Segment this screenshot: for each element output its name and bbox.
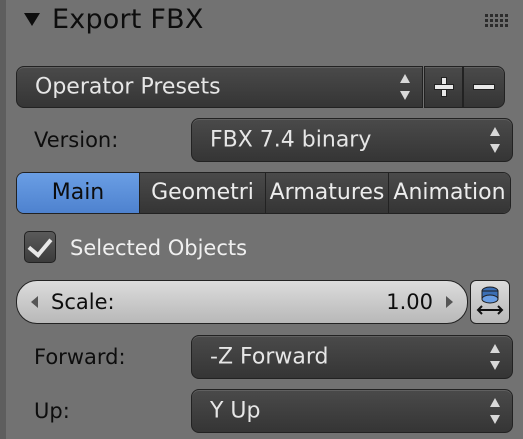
tab-main[interactable]: Main: [17, 173, 140, 213]
panel-header[interactable]: Export FBX: [0, 0, 523, 44]
panel-title: Export FBX: [52, 4, 204, 35]
forward-axis-dropdown[interactable]: -Z Forward: [191, 335, 513, 379]
minus-icon: [473, 84, 495, 90]
operator-presets-label: Operator Presets: [35, 74, 221, 100]
updown-arrows-icon: [490, 127, 500, 153]
export-fbx-panel: Export FBX Operator Presets Version: FBX…: [0, 0, 523, 439]
collapse-triangle-icon[interactable]: [24, 13, 40, 26]
operator-presets-dropdown[interactable]: Operator Presets: [16, 66, 423, 108]
tab-geometry[interactable]: Geometri: [140, 173, 266, 213]
arrow-right-icon[interactable]: [446, 296, 453, 308]
tab-bar: Main Geometri Armatures Animation: [16, 172, 511, 214]
forward-label: Forward:: [34, 345, 126, 369]
tab-armatures[interactable]: Armatures: [266, 173, 389, 213]
forward-value: -Z Forward: [210, 344, 329, 370]
grip-icon[interactable]: [485, 14, 509, 28]
scale-label: Scale:: [51, 290, 115, 314]
version-value: FBX 7.4 binary: [210, 127, 372, 153]
scale-value: 1.00: [386, 290, 433, 314]
selected-objects-checkbox[interactable]: [24, 231, 56, 263]
add-preset-button[interactable]: [424, 66, 463, 108]
up-axis-dropdown[interactable]: Y Up: [191, 389, 513, 433]
selected-objects-label[interactable]: Selected Objects: [70, 236, 247, 260]
scale-apply-icon: [476, 286, 504, 315]
tab-animation[interactable]: Animation: [389, 173, 510, 213]
updown-arrows-icon: [490, 398, 500, 424]
updown-arrows-icon: [490, 344, 500, 370]
arrow-left-icon[interactable]: [31, 296, 38, 308]
checkmark-icon: [27, 232, 53, 258]
scale-slider[interactable]: Scale: 1.00: [16, 280, 468, 324]
version-dropdown[interactable]: FBX 7.4 binary: [191, 118, 513, 162]
version-label: Version:: [34, 128, 119, 152]
up-label: Up:: [34, 399, 70, 423]
plus-icon: [433, 77, 454, 97]
up-value: Y Up: [210, 398, 261, 424]
updown-arrows-icon: [400, 74, 410, 100]
remove-preset-button[interactable]: [463, 66, 505, 108]
panel-left-border: [0, 0, 6, 439]
apply-scale-button[interactable]: [470, 280, 510, 324]
